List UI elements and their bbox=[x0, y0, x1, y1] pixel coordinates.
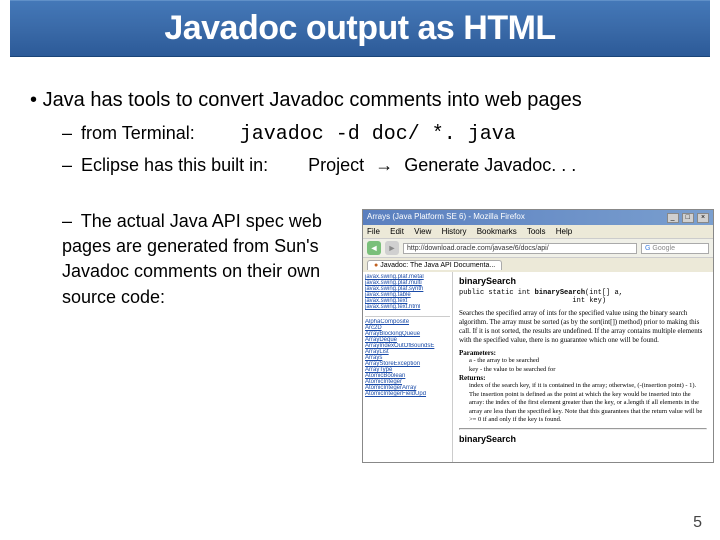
browser-menubar: File Edit View History Bookmarks Tools H… bbox=[363, 225, 713, 238]
menu-tools[interactable]: Tools bbox=[527, 227, 546, 236]
url-bar[interactable]: http://download.oracle.com/javase/6/docs… bbox=[403, 243, 637, 254]
maximize-icon[interactable]: □ bbox=[682, 213, 694, 223]
menu-history[interactable]: History bbox=[442, 227, 467, 236]
menu-bookmarks[interactable]: Bookmarks bbox=[477, 227, 517, 236]
back-button[interactable]: ◄ bbox=[367, 241, 381, 255]
method-description: Searches the specified array of ints for… bbox=[459, 309, 707, 345]
arrow-icon: → bbox=[375, 155, 393, 175]
terminal-command: javadoc -d doc/ *. java bbox=[240, 123, 516, 146]
menu-file[interactable]: File bbox=[367, 227, 380, 236]
slide-content: • Java has tools to convert Javadoc comm… bbox=[0, 57, 720, 463]
slide-title-bar: Javadoc output as HTML bbox=[10, 0, 710, 57]
returns-label: Returns: bbox=[459, 374, 485, 382]
browser-tab[interactable]: ● Javadoc: The Java API Documenta... bbox=[367, 260, 502, 270]
javadoc-main: binarySearch public static int binarySea… bbox=[453, 272, 713, 462]
sub-terminal: – from Terminal: javadoc -d doc/ *. java bbox=[62, 120, 690, 150]
menu-help[interactable]: Help bbox=[556, 227, 572, 236]
menu-view[interactable]: View bbox=[414, 227, 431, 236]
browser-titlebar: Arrays (Java Platform SE 6) - Mozilla Fi… bbox=[363, 210, 713, 225]
package-list: javax.swing.plaf.metal javax.swing.plaf.… bbox=[365, 274, 450, 317]
parameters-block: a - the array to be searched key - the v… bbox=[469, 357, 707, 374]
page-number: 5 bbox=[693, 514, 702, 532]
sub-bullets: – from Terminal: javadoc -d doc/ *. java… bbox=[62, 120, 690, 179]
close-icon[interactable]: × bbox=[697, 213, 709, 223]
browser-toolbar: ◄ ► http://download.oracle.com/javase/6/… bbox=[363, 238, 713, 258]
sub-eclipse: – Eclipse has this built in: Project → G… bbox=[62, 152, 690, 179]
method-heading: binarySearch bbox=[459, 276, 707, 286]
parameters-label: Parameters: bbox=[459, 349, 496, 357]
slide-title: Javadoc output as HTML bbox=[10, 9, 710, 48]
browser-window: Arrays (Java Platform SE 6) - Mozilla Fi… bbox=[362, 209, 714, 463]
method-heading-next: binarySearch bbox=[459, 434, 707, 444]
sub-api-note: – The actual Java API spec web pages are… bbox=[62, 209, 342, 463]
minimize-icon[interactable]: _ bbox=[667, 213, 679, 223]
returns-block: index of the search key, if it is contai… bbox=[469, 382, 707, 424]
method-signature: public static int binarySearch(int[] a, … bbox=[459, 289, 707, 305]
search-box[interactable]: G Google bbox=[641, 243, 709, 254]
menu-edit[interactable]: Edit bbox=[390, 227, 404, 236]
class-list: AlphaComposite Arc2D ArrayBlockingQueue … bbox=[365, 319, 450, 459]
forward-button[interactable]: ► bbox=[385, 241, 399, 255]
javadoc-sidebar: javax.swing.plaf.metal javax.swing.plaf.… bbox=[363, 272, 453, 462]
package-link[interactable]: javax.swing.text.html bbox=[365, 304, 450, 310]
class-link[interactable]: AtomicIntegerFieldUpd bbox=[365, 391, 450, 397]
tab-row: ● Javadoc: The Java API Documenta... bbox=[363, 258, 713, 272]
main-bullet: • Java has tools to convert Javadoc comm… bbox=[30, 89, 690, 112]
